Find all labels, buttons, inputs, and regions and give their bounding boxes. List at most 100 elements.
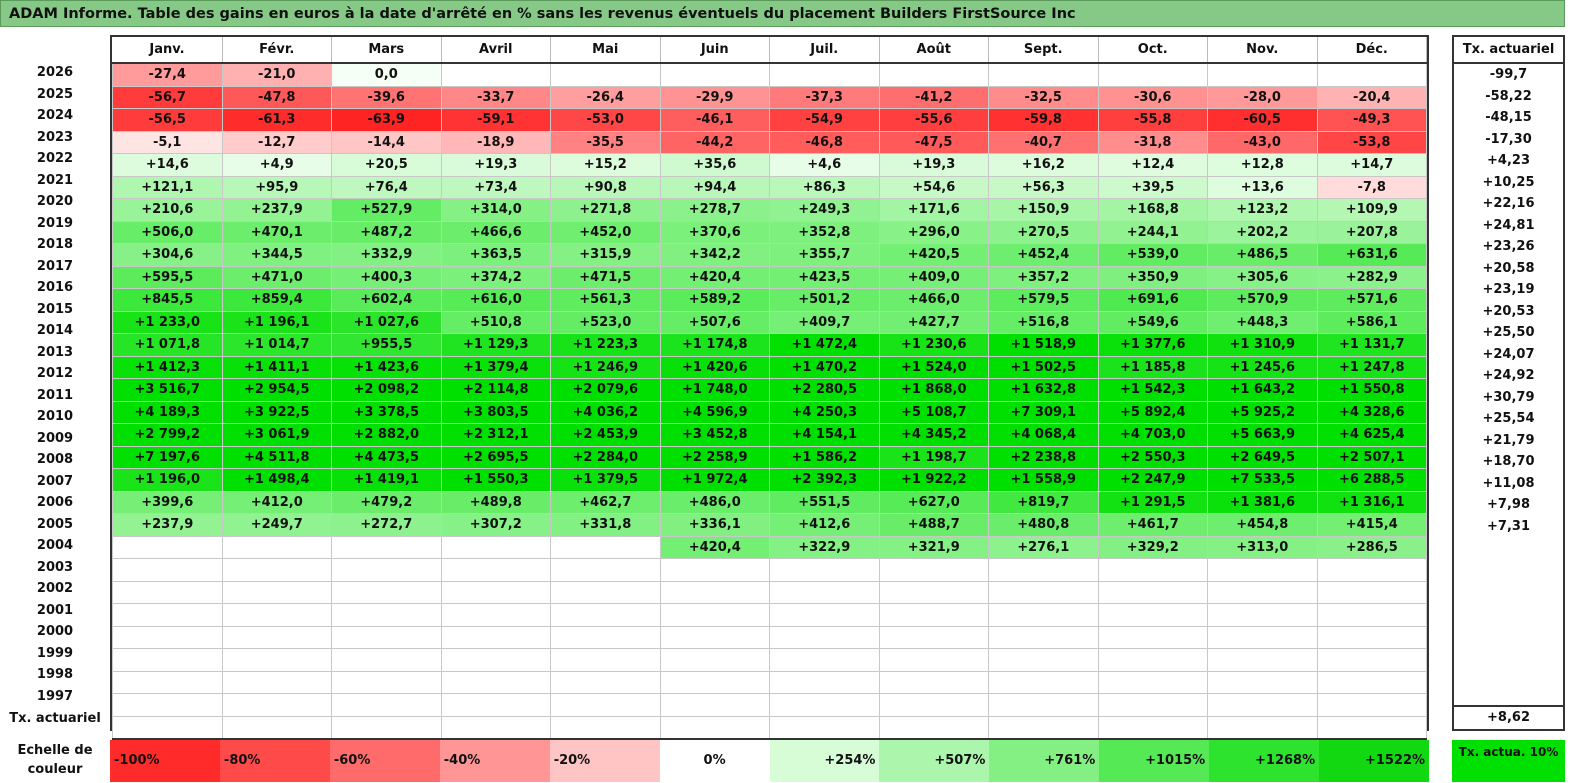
gain-cell: +331,8	[550, 513, 661, 537]
gain-cell	[331, 535, 442, 559]
gain-cell	[550, 648, 661, 672]
gain-cell: +452,4	[988, 243, 1099, 267]
year-label: 2015	[36, 301, 74, 317]
table-row: +399,6 +412,0 +479,2 +489,8 +462,7 +486,0 +551…	[112, 490, 1427, 514]
gain-cell: +4 625,4	[1316, 423, 1427, 447]
gain-cell: +14,6	[112, 153, 223, 177]
gain-cell: +586,1	[1316, 310, 1427, 334]
color-scale: -100% -80% -60% -40% -20% 0% +254% +507% +761% +1…	[110, 740, 1430, 782]
tx-actuariel-cell: +7,98	[1487, 497, 1530, 512]
gain-cell	[659, 648, 770, 672]
gain-cell	[221, 693, 332, 717]
gain-cell: +595,5	[112, 265, 223, 289]
year-label: 2011	[36, 387, 74, 403]
gain-cell: +1 524,0	[878, 355, 989, 379]
gain-cell: +272,7	[331, 513, 442, 537]
gain-cell: +1 233,0	[112, 310, 223, 334]
gain-cell: +691,6	[1097, 288, 1208, 312]
gain-cell	[769, 558, 880, 582]
gain-cell	[988, 693, 1099, 717]
year-label: 2008	[36, 452, 74, 467]
gain-cell	[112, 580, 223, 604]
gain-cell: +1 247,8	[1316, 355, 1427, 379]
gain-cell: +4 703,0	[1097, 423, 1208, 447]
gain-cell: +1 129,3	[440, 333, 551, 357]
gain-cell: +4 511,8	[221, 445, 332, 469]
gain-cell	[440, 693, 551, 717]
table-row: +595,5 +471,0 +400,3 +374,2 +471,5 +420,4 +423…	[112, 265, 1427, 289]
tx-actuariel-cell: +10,25	[1482, 174, 1535, 190]
gain-cell: +2 799,2	[112, 423, 223, 447]
gain-cell: +1 472,4	[769, 333, 880, 357]
gain-cell: +207,8	[1316, 220, 1427, 244]
gain-cell	[221, 558, 332, 582]
gain-cell: +1 131,7	[1316, 333, 1427, 357]
gain-cell: +420,4	[659, 535, 770, 559]
gain-cell	[221, 603, 332, 627]
gain-cell	[550, 580, 661, 604]
gain-cell	[440, 558, 551, 582]
gain-cell: +363,5	[440, 243, 551, 267]
gain-cell: -20,4	[1316, 85, 1427, 109]
month-header: Déc.	[1317, 37, 1427, 64]
gain-cell	[659, 558, 770, 582]
gain-cell: +7 533,5	[1207, 468, 1318, 492]
gain-cell	[331, 603, 442, 627]
tx-actuariel-cell	[1454, 602, 1563, 624]
gain-cell	[440, 62, 551, 87]
table-row: +237,9 +249,7 +272,7 +307,2 +331,8 +336,1 +412…	[112, 513, 1427, 537]
gain-cell: +13,6	[1207, 175, 1318, 199]
gain-cell: +296,0	[878, 220, 989, 244]
gain-cell	[550, 670, 661, 694]
gain-cell: +305,6	[1207, 265, 1318, 289]
gain-cell: +342,2	[659, 243, 770, 267]
gain-cell: +1 502,5	[988, 355, 1099, 379]
gain-cell: +109,9	[1316, 198, 1427, 222]
year-label: 2012	[36, 366, 74, 381]
year-label: 2010	[36, 409, 74, 424]
gain-cell: -39,6	[331, 85, 442, 109]
year-label: 2014	[36, 323, 74, 338]
gain-cell: -53,8	[1316, 130, 1427, 154]
gain-cell: +7 309,1	[988, 400, 1099, 424]
table-row: +304,6 +344,5 +332,9 +363,5 +315,9 +342,2 +355…	[112, 243, 1427, 267]
gain-cell	[1207, 62, 1318, 87]
gain-cell: +1 518,9	[988, 333, 1099, 357]
gain-cell: +1 419,1	[331, 468, 442, 492]
gain-cell	[878, 625, 989, 649]
color-scale-swatch: -100%	[110, 740, 220, 782]
year-label: 2002	[36, 581, 74, 596]
gain-cell: +845,5	[112, 288, 223, 312]
gain-cell: -61,3	[221, 108, 332, 132]
table-row	[112, 693, 1427, 717]
gain-cell: +1 420,6	[659, 355, 770, 379]
gain-cell	[659, 580, 770, 604]
month-header: Nov.	[1207, 37, 1318, 64]
gain-cell	[659, 693, 770, 717]
table-row: +1 412,3 +1 411,1 +1 423,6 +1 379,4 +1 246,9…	[112, 355, 1427, 379]
year-label: 2026	[36, 65, 74, 80]
tx-actuariel-cell: +23,26	[1482, 239, 1535, 254]
gain-cell: +4 154,1	[769, 423, 880, 447]
gain-cell: +16,2	[988, 153, 1099, 177]
gain-cell: +244,1	[1097, 220, 1208, 244]
gain-cell	[331, 670, 442, 694]
gain-cell: +4 596,9	[659, 400, 770, 424]
gain-cell: +237,9	[112, 513, 223, 537]
gain-cell: +2 247,9	[1097, 468, 1208, 492]
gain-cell	[112, 670, 223, 694]
color-scale-swatch: 0%	[659, 740, 770, 782]
gain-cell: +423,5	[769, 265, 880, 289]
gain-cell: +3 378,5	[331, 400, 442, 424]
gain-cell: +1 246,9	[550, 355, 661, 379]
gain-cell	[988, 625, 1099, 649]
tx-actuariel-cell	[1454, 645, 1563, 667]
gain-cell: +631,6	[1316, 243, 1427, 267]
gain-cell: +1 316,1	[1316, 490, 1427, 514]
gain-cell: +95,9	[221, 175, 332, 199]
tx-actuariel-cell	[1454, 537, 1563, 559]
table-row: +845,5 +859,4 +602,4 +616,0 +561,3 +589,2 +501…	[112, 288, 1427, 312]
gain-cell: +589,2	[659, 288, 770, 312]
gain-cell	[1097, 558, 1208, 582]
gain-cell	[1316, 670, 1427, 694]
